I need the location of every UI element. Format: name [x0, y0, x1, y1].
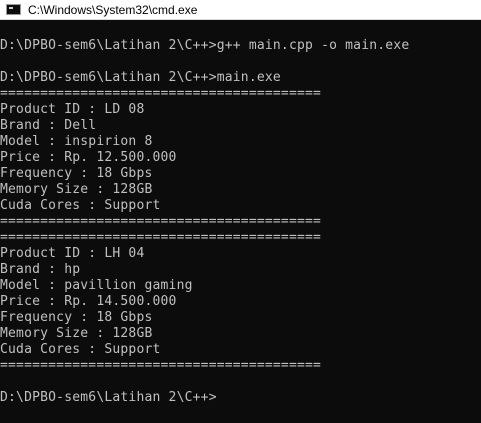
- cmd-window: C:\Windows\System32\cmd.exe D:\DPBO-sem6…: [0, 0, 481, 423]
- cmd-console-icon: [6, 4, 21, 15]
- separator-line: ========================================: [0, 358, 322, 373]
- console-line: Model : pavillion gaming: [0, 278, 193, 293]
- console-line: Memory Size : 128GB: [0, 182, 153, 197]
- window-title: C:\Windows\System32\cmd.exe: [28, 2, 198, 17]
- console-line: Price : Rp. 12.500.000: [0, 150, 177, 165]
- title-bar[interactable]: C:\Windows\System32\cmd.exe: [0, 0, 481, 20]
- console-line: D:\DPBO-sem6\Latihan 2\C++>g++ main.cpp …: [0, 38, 410, 53]
- console-line: Brand : Dell: [0, 118, 97, 133]
- console-line: Cuda Cores : Support: [0, 342, 161, 357]
- console-line: Frequency : 18 Gbps: [0, 310, 153, 325]
- separator-line: ========================================: [0, 230, 322, 245]
- console-line: D:\DPBO-sem6\Latihan 2\C++>main.exe: [0, 70, 281, 85]
- console-line: Memory Size : 128GB: [0, 326, 153, 341]
- console-line: Price : Rp. 14.500.000: [0, 294, 177, 309]
- console-line: Brand : hp: [0, 262, 81, 277]
- console-line: Model : inspirion 8: [0, 134, 153, 149]
- console-line: Product ID : LD 08: [0, 102, 145, 117]
- console-output[interactable]: D:\DPBO-sem6\Latihan 2\C++>g++ main.cpp …: [0, 22, 481, 423]
- separator-line: ========================================: [0, 86, 322, 101]
- separator-line: ========================================: [0, 214, 322, 229]
- command-prompt[interactable]: D:\DPBO-sem6\Latihan 2\C++>: [0, 390, 481, 406]
- console-line: Frequency : 18 Gbps: [0, 166, 153, 181]
- console-line: Product ID : LH 04: [0, 246, 145, 261]
- console-line: Cuda Cores : Support: [0, 198, 161, 213]
